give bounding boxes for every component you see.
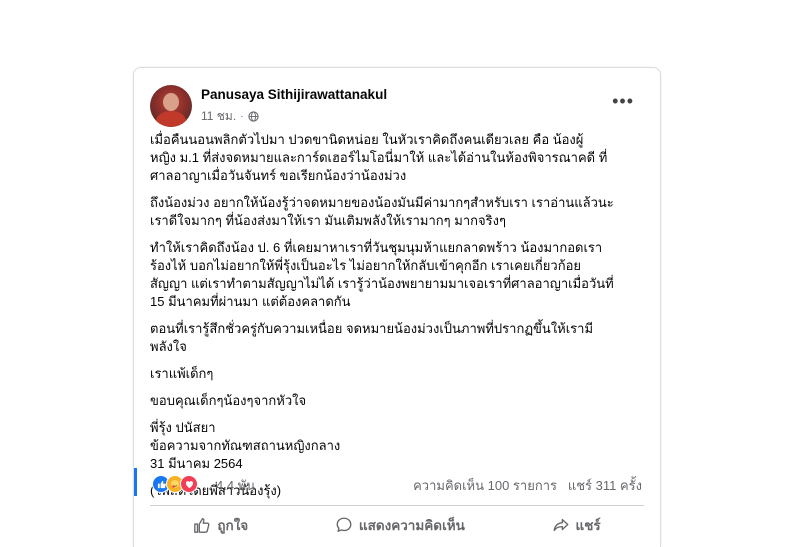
avatar-figure	[156, 111, 186, 127]
globe-icon[interactable]	[247, 111, 259, 122]
post-paragraph: ทำให้เราคิดถึงน้อง ป. 6 ที่เคยมาหาเราที่…	[150, 240, 614, 309]
like-button[interactable]: ถูกใจ	[193, 514, 248, 536]
share-button[interactable]: แชร์	[552, 514, 601, 536]
comment-icon	[336, 517, 352, 532]
like-button-label: ถูกใจ	[217, 518, 249, 533]
post-paragraph: พี่รุ้ง ปนัสยา ข้อความจากทัณฑสถานหญิงกลา…	[150, 420, 341, 471]
post-meta: 11 ชม. ·	[201, 107, 259, 126]
avatar-face	[163, 93, 179, 111]
reactions-bar: 4.4 พัน ความคิดเห็น 100 รายการ แชร์ 311 …	[134, 467, 660, 497]
reactions-accent	[134, 468, 137, 496]
avatar[interactable]	[150, 85, 192, 127]
love-icon	[180, 475, 198, 493]
post-paragraph: เมื่อคืนนอนพลิกตัวไปมา ปวดขานิดหน่อย ในห…	[150, 132, 608, 183]
actions-divider	[150, 505, 644, 506]
post-author[interactable]: Panusaya Sithijirawattanakul	[201, 87, 387, 102]
thumbs-up-icon	[194, 518, 210, 533]
post-paragraph: ขอบคุณเด็กๆน้องๆจากหัวใจ	[150, 393, 307, 408]
reaction-count[interactable]: 4.4 พัน	[216, 475, 255, 496]
page-background	[0, 0, 132, 546]
comment-button-label: แสดงความคิดเห็น	[358, 518, 465, 533]
share-icon	[553, 518, 568, 532]
post-time[interactable]: 11 ชม.	[201, 107, 236, 126]
time-separator: ·	[240, 111, 244, 122]
post-card: Panusaya Sithijirawattanakul 11 ชม. · ••…	[133, 67, 661, 547]
post-paragraph: ถึงน้องม่วง อยากให้น้องรู้ว่าจดหมายของน้…	[150, 195, 614, 228]
share-button-label: แชร์	[575, 518, 601, 533]
comment-count[interactable]: ความคิดเห็น 100 รายการ	[413, 478, 557, 493]
post-paragraph: ตอนที่เรารู้สึกชั่วครู่กับความเหนื่อย จด…	[150, 321, 594, 354]
post-paragraph: เราแพ้เด็กๆ	[150, 366, 214, 381]
more-icon[interactable]: •••	[612, 92, 634, 110]
share-count[interactable]: แชร์ 311 ครั้ง	[568, 478, 642, 493]
post-body: เมื่อคืนนอนพลิกตัวไปมา ปวดขานิดหน่อย ในห…	[150, 131, 650, 509]
post-actions: ถูกใจ แสดงความคิดเห็น แชร์	[150, 510, 644, 540]
engagement-stats: ความคิดเห็น 100 รายการ แชร์ 311 ครั้ง	[413, 475, 642, 496]
comment-button[interactable]: แสดงความคิดเห็น	[335, 514, 465, 536]
reaction-icons[interactable]	[152, 475, 198, 493]
